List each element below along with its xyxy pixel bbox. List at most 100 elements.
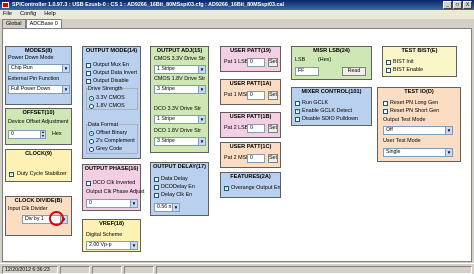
sdio-pulldown-checkbox[interactable] bbox=[295, 117, 300, 122]
digital-scheme-select[interactable]: 2.00 Vp-p ▼ bbox=[86, 241, 138, 250]
window-title: SPIController 1.0.97.3 : USB Ezusb-0 : C… bbox=[12, 2, 284, 8]
data-delay-checkbox[interactable] bbox=[154, 177, 159, 182]
ext-pin-select[interactable]: Full Power Down ▼ bbox=[8, 85, 70, 94]
bist-init-checkbox[interactable] bbox=[386, 60, 391, 65]
dco18-drive-select[interactable]: 3 Stripe ▼ bbox=[154, 137, 206, 146]
misr-value-field: FF bbox=[295, 67, 319, 76]
pat1-lsb-input[interactable]: 0 bbox=[247, 58, 265, 67]
user-test-mode-value: Single bbox=[386, 149, 401, 155]
twos-complement-label: 2's Complement bbox=[96, 138, 135, 144]
data-delay-label: Data Delay bbox=[161, 176, 188, 182]
pat1-lsb-set-button[interactable]: Set bbox=[268, 58, 278, 67]
chevron-down-icon: ▼ bbox=[172, 204, 179, 211]
menu-config[interactable]: Config bbox=[20, 10, 36, 19]
misr-panel: MISR LSB(24) LSB (Hex) FF Read bbox=[291, 46, 372, 80]
reset-pn-short-checkbox[interactable] bbox=[383, 109, 388, 114]
test-io-title: TEST IO(D) bbox=[404, 89, 434, 95]
delay-clk-label: Delay Clk En bbox=[161, 192, 193, 198]
ext-pin-value: Full Power Down bbox=[11, 86, 51, 92]
dco33-drive-select[interactable]: 1 Stripe ▼ bbox=[154, 115, 206, 124]
dco-delay-label: DCODelay En bbox=[161, 184, 195, 190]
dco-inverted-checkbox[interactable] bbox=[86, 181, 91, 186]
user-test-mode-select[interactable]: Single ▼ bbox=[383, 148, 453, 157]
duty-cycle-label: Duty Cycle Stabilizer bbox=[17, 171, 67, 177]
overange-checkbox[interactable] bbox=[224, 185, 229, 191]
bist-enable-checkbox[interactable] bbox=[386, 68, 391, 73]
output-test-mode-select[interactable]: Off ▼ bbox=[383, 126, 453, 135]
chevron-down-icon: ▼ bbox=[130, 200, 137, 207]
tab-adcbase[interactable]: ADCBase 0 bbox=[25, 19, 62, 28]
maximize-button[interactable]: □ bbox=[453, 1, 462, 9]
reset-pn-long-label: Reset PN Long Gen bbox=[390, 100, 439, 106]
spinner-arrows-icon[interactable]: ▲ ▼ bbox=[40, 131, 45, 138]
pat2-msb-set-button[interactable]: Set bbox=[268, 154, 278, 163]
user-patt-1c-panel: USER PATT(1C) Pat 2 MSB 0 Set bbox=[220, 142, 281, 168]
offset-label: Device Offset Adjustment bbox=[8, 119, 69, 125]
cmos33-drive-label: CMOS 3.3V Drive Str bbox=[154, 56, 206, 62]
gclk-detect-checkbox[interactable] bbox=[295, 108, 300, 114]
app-icon bbox=[2, 2, 9, 8]
vref-panel: VREF(18) Digital Scheme 2.00 Vp-p ▼ bbox=[82, 219, 141, 252]
cmos33-drive-select[interactable]: 1 Stripe ▼ bbox=[154, 65, 206, 74]
menu-file[interactable]: File bbox=[3, 10, 12, 19]
features-panel: FEATURES(2A) Overange Output En bbox=[220, 172, 281, 198]
reset-pn-long-checkbox[interactable] bbox=[383, 101, 388, 106]
output-phase-title: OUTPUT PHASE(16) bbox=[84, 166, 139, 172]
modes-title: MODES(8) bbox=[24, 48, 53, 54]
ext-pin-label: External Pin Function bbox=[8, 76, 60, 82]
grey-code-radio[interactable] bbox=[89, 147, 94, 152]
delay-value-select[interactable]: 0.56 nS ▼ bbox=[154, 203, 180, 212]
tab-global[interactable]: Global bbox=[2, 19, 26, 28]
delay-clk-checkbox[interactable] bbox=[154, 193, 159, 198]
cmos18-drive-value: 3 Stripe bbox=[157, 86, 175, 92]
output-disable-checkbox[interactable] bbox=[86, 79, 91, 84]
offset-spinner[interactable]: 0 ▲ ▼ bbox=[8, 130, 46, 139]
pat2-lsb-input[interactable]: 0 bbox=[247, 124, 265, 133]
pat1-msb-label: Pat 1 MSB bbox=[224, 92, 250, 98]
twos-complement-radio[interactable] bbox=[89, 139, 94, 144]
close-button[interactable]: X bbox=[463, 1, 472, 9]
dco-delay-checkbox[interactable] bbox=[154, 185, 159, 190]
clock-panel: CLOCK(9) Duty Cycle Stabilizer bbox=[5, 149, 72, 182]
minimize-button[interactable]: _ bbox=[443, 1, 452, 9]
duty-cycle-checkbox[interactable] bbox=[9, 171, 14, 177]
user-patt-1b-panel: USER PATT(1B) Pat 2 LSB 0 Set bbox=[220, 112, 281, 138]
output-mode-title: OUTPUT MODE(14) bbox=[85, 48, 138, 54]
output-disable-label: Output Disable bbox=[93, 78, 129, 84]
chevron-down-icon: ▼ bbox=[62, 65, 69, 72]
power-down-value: Chip Run bbox=[11, 65, 33, 71]
pat1-msb-input[interactable]: 0 bbox=[247, 91, 265, 100]
user-test-mode-label: User Test Mode bbox=[383, 138, 421, 144]
misr-read-button[interactable]: Read bbox=[342, 67, 366, 76]
output-invert-checkbox[interactable] bbox=[86, 71, 91, 76]
drive-18v-radio[interactable] bbox=[89, 104, 94, 109]
status-bar: 12/20/2012 6:36:23 bbox=[0, 263, 474, 274]
drive-33v-radio[interactable] bbox=[89, 96, 94, 101]
output-test-mode-label: Output Test Mode bbox=[383, 117, 426, 123]
pat2-msb-input[interactable]: 0 bbox=[247, 154, 265, 163]
user-patt-1b-title: USER PATT(1B) bbox=[229, 114, 272, 120]
power-down-select[interactable]: Chip Run ▼ bbox=[8, 64, 70, 73]
run-gclk-checkbox[interactable] bbox=[295, 101, 300, 106]
pat2-lsb-set-button[interactable]: Set bbox=[268, 124, 278, 133]
user-patt-19-panel: USER PATT(19) Pat 1 LSB 0 Set bbox=[220, 46, 281, 72]
user-patt-19-title: USER PATT(19) bbox=[230, 48, 271, 54]
modes-panel: MODES(8) Power Down Mode Chip Run ▼ Exte… bbox=[5, 46, 72, 105]
offset-value: 0 bbox=[11, 131, 14, 137]
drive-18v-label: 1.8V CMOS bbox=[96, 103, 125, 109]
cmos18-drive-select[interactable]: 3 Stripe ▼ bbox=[154, 85, 206, 94]
pat2-msb-label: Pat 2 MSB bbox=[224, 155, 250, 161]
status-datetime: 12/20/2012 6:36:23 bbox=[2, 266, 58, 274]
pat1-msb-set-button[interactable]: Set bbox=[268, 91, 278, 100]
clk-phase-select[interactable]: 0 ▼ bbox=[86, 199, 138, 208]
offset-binary-radio[interactable] bbox=[89, 131, 94, 136]
pat1-lsb-label: Pat 1 LSB bbox=[224, 59, 249, 65]
output-delay-title: OUTPUT DELAY(17) bbox=[153, 164, 206, 170]
chevron-down-icon: ▼ bbox=[198, 116, 205, 123]
menu-help[interactable]: Help bbox=[44, 10, 56, 19]
output-mux-checkbox[interactable] bbox=[86, 63, 91, 68]
status-cell bbox=[92, 266, 122, 274]
chevron-down-icon: ▼ bbox=[198, 86, 205, 93]
chevron-down-icon: ▼ bbox=[445, 149, 452, 156]
dco18-drive-value: 3 Stripe bbox=[157, 138, 175, 144]
